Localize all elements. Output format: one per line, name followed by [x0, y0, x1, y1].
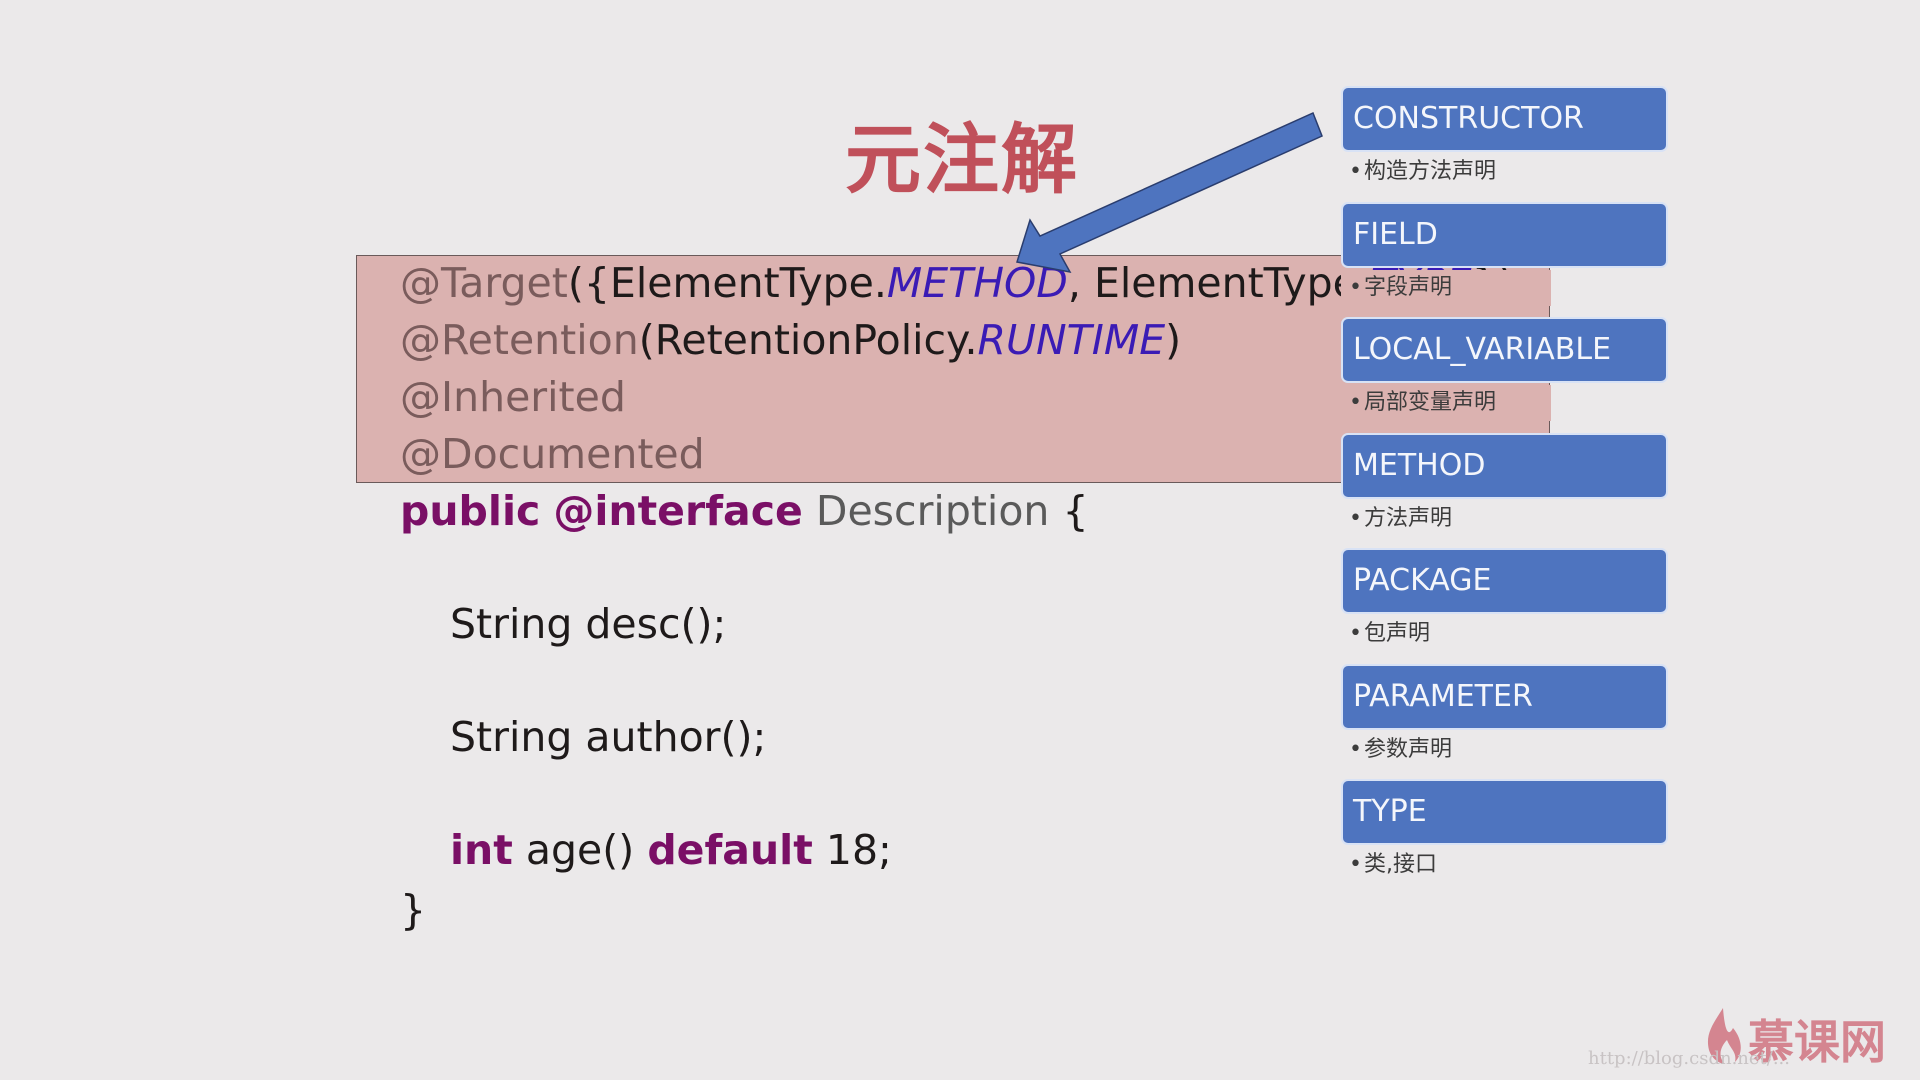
- element-type-description: •包声明: [1349, 616, 1430, 652]
- description-text: 字段声明: [1363, 274, 1452, 300]
- bullet-icon: •: [1349, 505, 1362, 531]
- code-line-declaration: public @interface Description {: [400, 483, 1089, 540]
- enum-runtime: RUNTIME: [977, 316, 1166, 364]
- documented-annotation: @Documented: [400, 430, 705, 478]
- element-type-method: METHOD: [1341, 432, 1668, 499]
- method-signature: age(): [525, 826, 635, 874]
- keyword-default: default: [647, 826, 813, 874]
- element-type-field: FIELD: [1341, 201, 1668, 268]
- code-text: ({ElementType.: [567, 259, 887, 307]
- element-type-description: •类,接口: [1349, 847, 1437, 883]
- element-type-description: •局部变量声明: [1349, 385, 1496, 421]
- bullet-icon: •: [1349, 852, 1362, 877]
- code-text: , ElementType.: [1067, 259, 1371, 307]
- inherited-annotation: @Inherited: [400, 373, 626, 421]
- enum-method: METHOD: [886, 259, 1068, 307]
- bullet-icon: •: [1349, 159, 1362, 184]
- element-type-parameter: PARAMETER: [1341, 663, 1668, 730]
- bullet-icon: •: [1349, 274, 1362, 300]
- code-line-retention: @Retention(RetentionPolicy.RUNTIME): [400, 312, 1181, 369]
- element-type-constructor: CONSTRUCTOR: [1341, 86, 1668, 152]
- element-type-type: TYPE: [1341, 779, 1668, 845]
- open-brace: {: [1062, 487, 1089, 535]
- element-type-description: •方法声明: [1349, 501, 1452, 537]
- slide-title: 元注解: [845, 115, 1079, 204]
- keyword-int: int: [450, 826, 513, 874]
- close-brace: }: [400, 886, 427, 934]
- element-type-package: PACKAGE: [1341, 548, 1668, 614]
- bullet-icon: •: [1349, 736, 1362, 762]
- keyword-public: public: [400, 487, 541, 535]
- element-type-local-variable: LOCAL_VARIABLE: [1341, 317, 1668, 383]
- description-text: 局部变量声明: [1363, 390, 1496, 415]
- bullet-icon: •: [1349, 390, 1362, 415]
- member-author: String author();: [450, 713, 767, 761]
- bullet-icon: •: [1349, 621, 1362, 646]
- target-annotation: @Target: [400, 259, 568, 307]
- element-type-description: •参数声明: [1349, 732, 1452, 768]
- code-block: @Target({ElementType.METHOD, ElementType…: [400, 255, 1514, 934]
- retention-annotation: @Retention: [400, 316, 639, 364]
- code-text: (RetentionPolicy.: [638, 316, 978, 364]
- member-desc: String desc();: [450, 600, 727, 648]
- keyword-interface: @interface: [553, 487, 803, 535]
- member-age: int age() default 18;: [450, 822, 892, 879]
- element-type-description: •字段声明: [1349, 270, 1452, 306]
- interface-name: Description: [815, 487, 1050, 535]
- description-text: 类,接口: [1363, 852, 1437, 877]
- code-text: ): [1165, 316, 1182, 364]
- element-type-description: •构造方法声明: [1349, 154, 1496, 190]
- description-text: 参数声明: [1363, 736, 1452, 762]
- description-text: 包声明: [1363, 621, 1430, 646]
- description-text: 方法声明: [1363, 505, 1452, 531]
- description-text: 构造方法声明: [1363, 159, 1496, 184]
- watermark-url: http://blog.csdn.net/...: [1588, 1048, 1790, 1069]
- default-value: 18;: [825, 826, 892, 874]
